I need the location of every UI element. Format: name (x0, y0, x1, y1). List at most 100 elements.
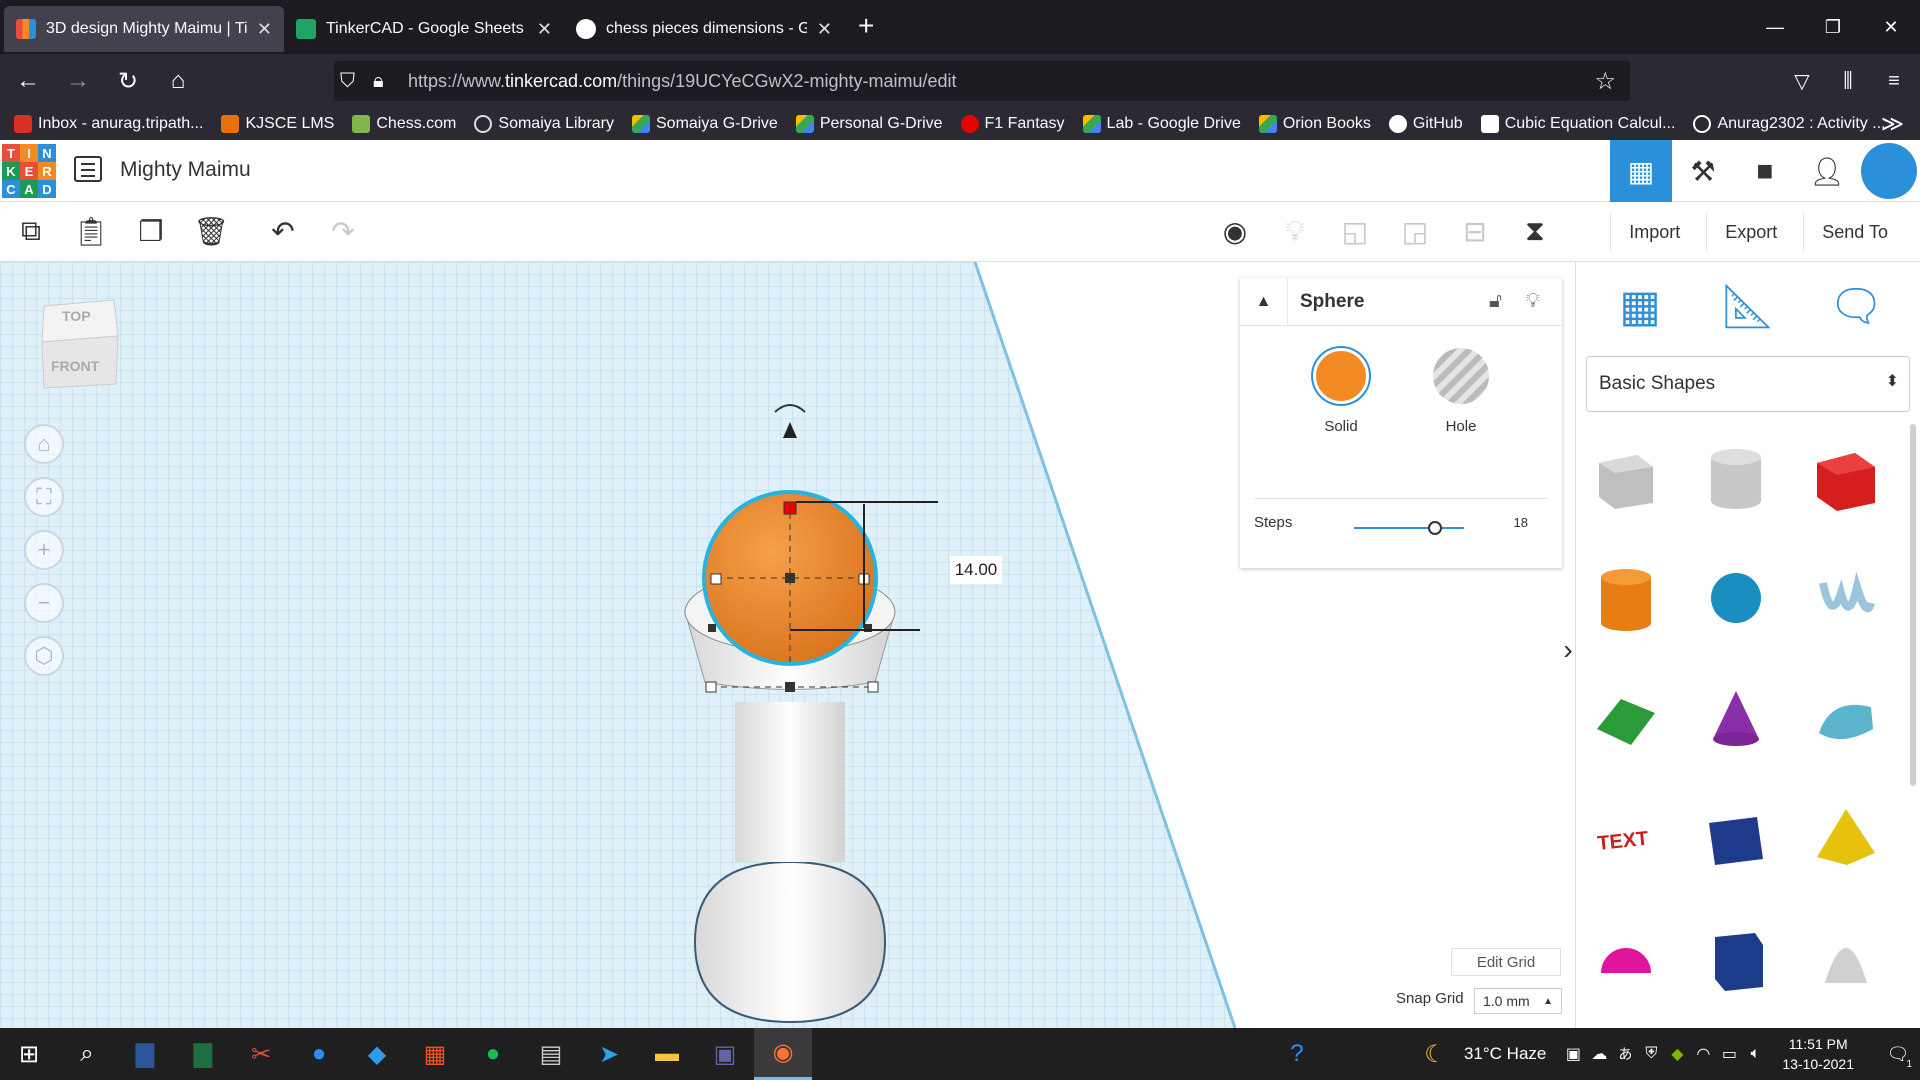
ruler-icon[interactable]: 📐︎ (1718, 276, 1778, 336)
zoom-icon[interactable]: ● (290, 1028, 348, 1080)
pyramid-shape[interactable] (1806, 798, 1886, 878)
word-icon[interactable]: ▇ (116, 1028, 174, 1080)
view-cube[interactable]: TOP FRONT (38, 292, 120, 392)
vscode-icon[interactable]: ◆ (348, 1028, 406, 1080)
edit-grid-button[interactable]: Edit Grid (1451, 948, 1561, 976)
lightbulb-icon[interactable]: 💡︎ (1526, 290, 1540, 313)
ungroup-icon[interactable]: ◲ (1396, 212, 1434, 250)
calculator-icon[interactable]: ▤ (522, 1028, 580, 1080)
box-hole-shape[interactable] (1586, 438, 1666, 518)
roof-shape[interactable] (1586, 678, 1666, 758)
tab-google-search[interactable]: chess pieces dimensions - Goog ✕ (564, 6, 844, 52)
sphere-shape[interactable] (1696, 558, 1776, 638)
bookmark-item[interactable]: Personal G-Drive (795, 115, 943, 133)
cylinder-hole-shape[interactable] (1696, 438, 1776, 518)
language-icon[interactable]: あ (1612, 1028, 1638, 1080)
bookmark-star-icon[interactable]: ☆ (1594, 67, 1616, 96)
volume-icon[interactable]: 🔈︎ (1742, 1028, 1768, 1080)
bookmark-item[interactable]: Inbox - anurag.tripath... (14, 115, 203, 133)
collapse-inspector-icon[interactable]: ▲ (1240, 277, 1288, 326)
export-button[interactable]: Export (1706, 212, 1795, 252)
zoom-out-icon[interactable]: − (24, 583, 64, 623)
spotify-icon[interactable]: ● (464, 1028, 522, 1080)
file-explorer-icon[interactable]: ▬ (638, 1028, 696, 1080)
search-icon[interactable]: ⌕ (58, 1028, 116, 1080)
bookmark-item[interactable]: Orion Books (1258, 115, 1371, 133)
reload-icon[interactable]: ↻ (106, 59, 150, 103)
weather-text[interactable]: 31°C Haze (1464, 1044, 1546, 1064)
bookmark-item[interactable]: KJSCE LMS (221, 115, 334, 133)
duplicate-icon[interactable]: ❐ (132, 212, 170, 250)
bookmark-item[interactable]: GitHub (1388, 115, 1463, 133)
help-icon[interactable]: ? (1268, 1028, 1326, 1080)
briefcase-icon[interactable]: ■ (1734, 140, 1796, 202)
new-tab-button[interactable]: + (858, 10, 874, 42)
avatar[interactable] (1861, 143, 1917, 199)
restore-button[interactable]: ❐ (1804, 0, 1862, 54)
import-button[interactable]: Import (1610, 212, 1698, 252)
group-icon[interactable]: ◱ (1336, 212, 1374, 250)
security-shield-icon[interactable]: ⛨ (1638, 1028, 1664, 1080)
fit-view-icon[interactable]: ⛶ (24, 477, 64, 517)
mirror-icon[interactable]: ⧗ (1516, 212, 1554, 250)
bookmark-item[interactable]: Somaiya Library (474, 115, 614, 133)
steps-slider-handle[interactable] (1428, 521, 1442, 535)
unlock-icon[interactable]: 🔓︎ (1489, 290, 1502, 313)
cylinder-shape[interactable] (1586, 558, 1666, 638)
pocket-icon[interactable]: ▽ (1782, 59, 1822, 103)
library-icon[interactable]: ⫼ (1828, 59, 1868, 103)
3d-design-grid-icon[interactable]: ▦ (1610, 140, 1672, 202)
onedrive-icon[interactable]: ☁ (1586, 1028, 1612, 1080)
collapse-panel-chevron-icon[interactable]: › (1560, 620, 1576, 680)
windows-start-icon[interactable]: ⊞ (0, 1028, 58, 1080)
polygon-shape[interactable] (1696, 918, 1776, 998)
steps-slider-track[interactable] (1354, 527, 1464, 529)
minimize-button[interactable]: — (1746, 0, 1804, 54)
view-cube-front-label[interactable]: FRONT (51, 358, 99, 374)
pickaxe-icon[interactable]: ⚒ (1672, 140, 1734, 202)
notes-icon[interactable]: 🗨︎ (1826, 276, 1886, 336)
zoom-in-icon[interactable]: + (24, 530, 64, 570)
wedge-shape[interactable] (1696, 798, 1776, 878)
shapes-scrollbar[interactable] (1910, 424, 1916, 786)
clock[interactable]: 11:51 PM 13-10-2021 (1782, 1034, 1854, 1074)
perspective-icon[interactable]: ⬡ (24, 636, 64, 676)
home-icon[interactable]: ⌂ (156, 59, 200, 103)
tab-tinkercad-design[interactable]: 3D design Mighty Maimu | Tinke ✕ (4, 6, 284, 52)
tinkercad-logo[interactable]: T I N K E R C A D (2, 144, 56, 198)
workplane-icon[interactable]: ▦ (1610, 276, 1670, 336)
round-roof-shape[interactable] (1806, 678, 1886, 758)
paraboloid-shape[interactable] (1806, 918, 1886, 998)
forward-arrow-icon[interactable]: → (56, 59, 100, 103)
hamburger-menu-icon[interactable]: ≡ (1874, 59, 1914, 103)
hole-option[interactable]: Hole (1433, 348, 1489, 435)
excel-icon[interactable]: ▇ (174, 1028, 232, 1080)
wifi-icon[interactable]: ◠ (1690, 1028, 1716, 1080)
project-name[interactable]: Mighty Maimu (120, 158, 251, 182)
battery-icon[interactable]: ▭ (1716, 1028, 1742, 1080)
align-icon[interactable]: ⊟ (1456, 212, 1494, 250)
hole-swatch[interactable] (1433, 348, 1489, 404)
solid-color-swatch[interactable] (1313, 348, 1369, 404)
add-user-icon[interactable]: 👤︎ (1796, 140, 1858, 202)
half-sphere-shape[interactable] (1586, 918, 1666, 998)
teams-tray-icon[interactable]: ▣ (1560, 1028, 1586, 1080)
firefox-icon[interactable]: ◉ (754, 1028, 812, 1080)
design-menu-icon[interactable] (74, 156, 102, 182)
send-to-button[interactable]: Send To (1803, 212, 1906, 252)
view-cube-top-label[interactable]: TOP (62, 308, 91, 324)
telegram-icon[interactable]: ➤ (580, 1028, 638, 1080)
shape-category-select[interactable]: Basic Shapes ⬍ (1586, 356, 1910, 412)
lock-icon[interactable]: 🔒︎ (373, 70, 384, 93)
undo-icon[interactable]: ↶ (264, 212, 302, 250)
tab-close-icon[interactable]: ✕ (537, 19, 552, 40)
solid-option[interactable]: Solid (1313, 348, 1369, 435)
tab-close-icon[interactable]: ✕ (817, 19, 832, 40)
bookmark-item[interactable]: F1 Fantasy (960, 115, 1065, 133)
url-bar[interactable]: https://www. tinkercad.com/things/19UCYeC… (334, 61, 1630, 101)
close-window-button[interactable]: ✕ (1862, 0, 1920, 54)
redo-icon[interactable]: ↷ (324, 212, 362, 250)
nvidia-icon[interactable]: ◆ (1664, 1028, 1690, 1080)
lightbulb-icon[interactable]: 💡︎ (1276, 212, 1314, 250)
notes-icon[interactable]: ◉ (1216, 212, 1254, 250)
